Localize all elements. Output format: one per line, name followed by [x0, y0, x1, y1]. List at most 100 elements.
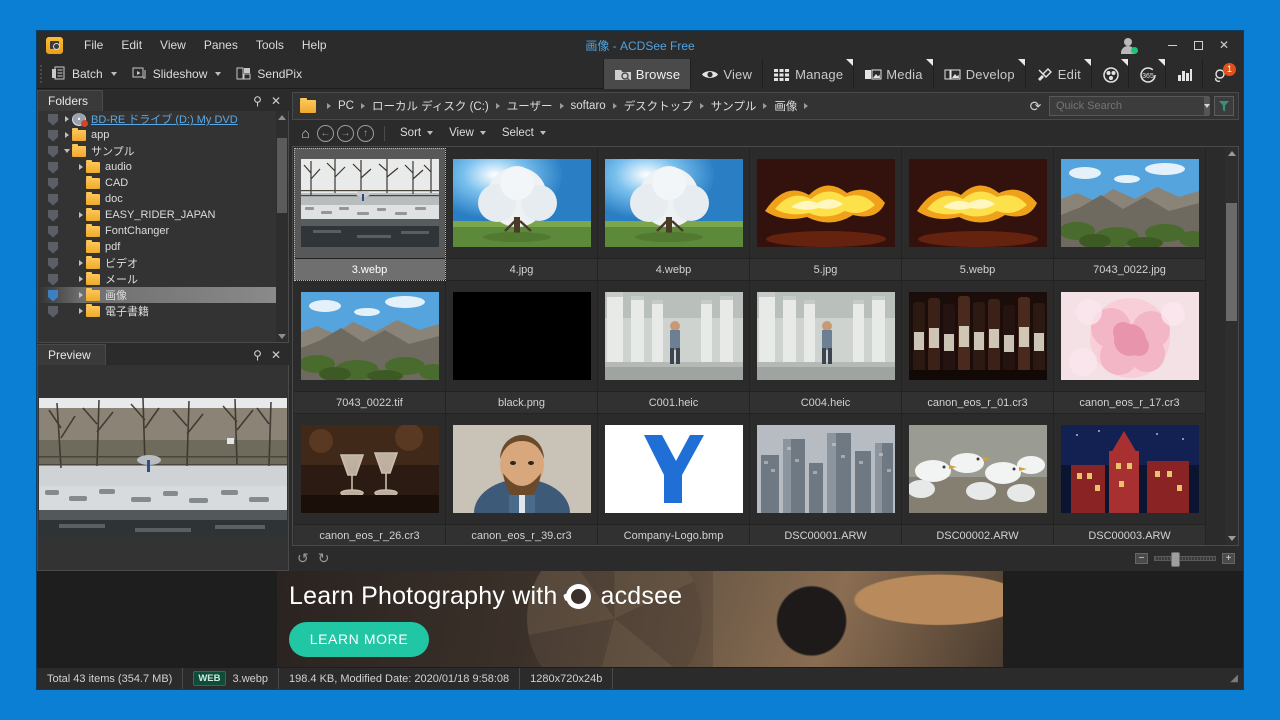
thumbnail-grid[interactable]: 3.webp 4.jpg 4.webp 5.jpg 5.webp 7043_0022.jp… [293, 147, 1225, 545]
thumbnail-item-17[interactable]: DSC00003.ARW [1054, 414, 1206, 545]
scroll-up-arrow[interactable] [1225, 147, 1238, 160]
tree-item-4[interactable]: CAD [38, 175, 276, 191]
up-icon[interactable]: ↑ [357, 124, 374, 142]
toolbar-grip[interactable] [37, 59, 45, 88]
tab-365[interactable]: 365 [1128, 59, 1165, 89]
menu-item-help[interactable]: Help [293, 35, 336, 55]
forward-icon[interactable]: → [337, 124, 354, 142]
breadcrumb-item-3[interactable]: softaro [571, 100, 606, 112]
thumbnail-item-14[interactable]: Company-Logo.bmp [598, 414, 750, 545]
ad-content[interactable]: Learn Photography with acdsee LEARN MORE [277, 571, 1003, 667]
menu-bar[interactable]: File Edit View Panes Tools Help [75, 35, 336, 55]
tree-item-1[interactable]: app [38, 127, 276, 143]
thumbnail-item-0[interactable]: 3.webp [294, 148, 446, 281]
thumbnail-item-11[interactable]: canon_eos_r_17.cr3 [1054, 281, 1206, 414]
preview-panel-title[interactable]: Preview [37, 344, 106, 365]
chevron-right-icon[interactable] [75, 292, 86, 298]
tree-item-12[interactable]: 電子書籍 [38, 303, 276, 319]
account-icon[interactable] [1119, 36, 1138, 54]
thumbnail-item-9[interactable]: C004.heic [750, 281, 902, 414]
breadcrumb-item-2[interactable]: ユーザー [507, 98, 553, 114]
breadcrumb-item-5[interactable]: サンプル [711, 98, 757, 114]
thumbnail-item-5[interactable]: 7043_0022.jpg [1054, 148, 1206, 281]
grid-scrollbar[interactable] [1225, 147, 1238, 545]
tree-item-2[interactable]: サンプル [38, 143, 276, 159]
zoom-slider[interactable] [1154, 552, 1216, 567]
scroll-thumb[interactable] [1226, 203, 1237, 321]
breadcrumb-item-1[interactable]: ローカル ディスク (C:) [372, 98, 489, 114]
zoom-slider-handle[interactable] [1171, 552, 1180, 567]
tab-view[interactable]: View [690, 59, 763, 89]
breadcrumb-item-4[interactable]: デスクトップ [624, 98, 693, 114]
maximize-button[interactable] [1185, 34, 1211, 56]
filter-button[interactable] [1214, 96, 1234, 116]
chevron-down-icon[interactable] [61, 149, 72, 153]
scroll-thumb[interactable] [277, 138, 287, 213]
thumbnail-item-15[interactable]: DSC00001.ARW [750, 414, 902, 545]
tab-statistics[interactable] [1165, 59, 1202, 89]
chevron-right-icon[interactable] [75, 212, 86, 218]
tree-item-9[interactable]: ビデオ [38, 255, 276, 271]
back-icon[interactable]: ← [317, 124, 334, 142]
pin-icon[interactable]: ⚲ [253, 348, 262, 362]
tab-develop[interactable]: Develop [932, 59, 1025, 89]
search-field[interactable] [1050, 100, 1204, 112]
refresh-icon[interactable]: ⟳ [1027, 98, 1044, 115]
thumbnail-item-12[interactable]: canon_eos_r_26.cr3 [294, 414, 446, 545]
tree-item-10[interactable]: メール [38, 271, 276, 287]
zoom-out-button[interactable]: − [1135, 553, 1148, 564]
resize-grip[interactable]: ◢ [1230, 673, 1243, 684]
folders-panel-title[interactable]: Folders [37, 90, 104, 111]
tree-item-7[interactable]: FontChanger [38, 223, 276, 239]
chevron-right-icon[interactable] [75, 276, 86, 282]
sort-menu[interactable]: Sort [395, 125, 441, 141]
tree-item-11[interactable]: 画像 [38, 287, 276, 303]
breadcrumb-item-6[interactable]: 画像 [774, 98, 797, 114]
scroll-down-arrow[interactable] [276, 330, 288, 342]
breadcrumb-item-0[interactable]: PC [338, 100, 354, 112]
menu-item-file[interactable]: File [75, 35, 112, 55]
chevron-down-icon[interactable] [110, 71, 117, 76]
zoom-in-button[interactable]: + [1222, 553, 1235, 564]
tree-item-3[interactable]: audio [38, 159, 276, 175]
learn-more-button[interactable]: LEARN MORE [289, 621, 429, 657]
close-button[interactable]: ✕ [1211, 34, 1237, 56]
chevron-right-icon[interactable] [61, 116, 72, 122]
thumbnail-item-16[interactable]: DSC00002.ARW [902, 414, 1054, 545]
chevron-right-icon[interactable] [61, 132, 72, 138]
chevron-right-icon[interactable] [75, 260, 86, 266]
menu-item-tools[interactable]: Tools [247, 35, 293, 55]
tab-notifications[interactable]: 1 [1202, 59, 1243, 89]
tree-item-8[interactable]: pdf [38, 239, 276, 255]
menu-item-edit[interactable]: Edit [112, 35, 151, 55]
minimize-button[interactable] [1159, 34, 1185, 56]
breadcrumb[interactable]: PC ローカル ディスク (C:) ユーザー softaro デスクトップ サンプル 画像 … [292, 92, 1239, 120]
chevron-down-icon[interactable] [1204, 97, 1210, 115]
rotate-left-icon[interactable]: ↺ [297, 550, 309, 567]
batch-button[interactable]: Batch [45, 59, 126, 88]
search-input[interactable] [1049, 96, 1210, 116]
slideshow-button[interactable]: Slideshow [126, 59, 231, 88]
tree-item-0[interactable]: BD-RE ドライブ (D:) My DVD [38, 111, 276, 127]
chevron-down-icon[interactable] [215, 71, 222, 76]
pin-icon[interactable]: ⚲ [253, 94, 262, 108]
folder-tree-scrollbar[interactable] [276, 111, 288, 342]
select-menu[interactable]: Select [497, 125, 554, 141]
thumbnail-item-8[interactable]: C001.heic [598, 281, 750, 414]
menu-item-panes[interactable]: Panes [195, 35, 247, 55]
tab-edit[interactable]: Edit [1024, 59, 1092, 89]
tab-manage[interactable]: Manage [762, 59, 854, 89]
thumbnail-item-3[interactable]: 5.jpg [750, 148, 902, 281]
rotate-right-icon[interactable]: ↻ [318, 550, 330, 567]
view-menu[interactable]: View [444, 125, 494, 141]
thumbnail-item-7[interactable]: black.png [446, 281, 598, 414]
thumbnail-item-13[interactable]: canon_eos_r_39.cr3 [446, 414, 598, 545]
sendpix-button[interactable]: SendPix [230, 59, 308, 88]
chevron-right-icon[interactable] [75, 308, 86, 314]
folder-tree[interactable]: BD-RE ドライブ (D:) My DVD app サンプル audio CAD doc… [37, 111, 289, 343]
thumbnail-item-4[interactable]: 5.webp [902, 148, 1054, 281]
tab-browse[interactable]: Browse [602, 59, 691, 89]
close-icon[interactable]: ✕ [271, 94, 281, 108]
tree-item-5[interactable]: doc [38, 191, 276, 207]
thumbnail-item-10[interactable]: canon_eos_r_01.cr3 [902, 281, 1054, 414]
